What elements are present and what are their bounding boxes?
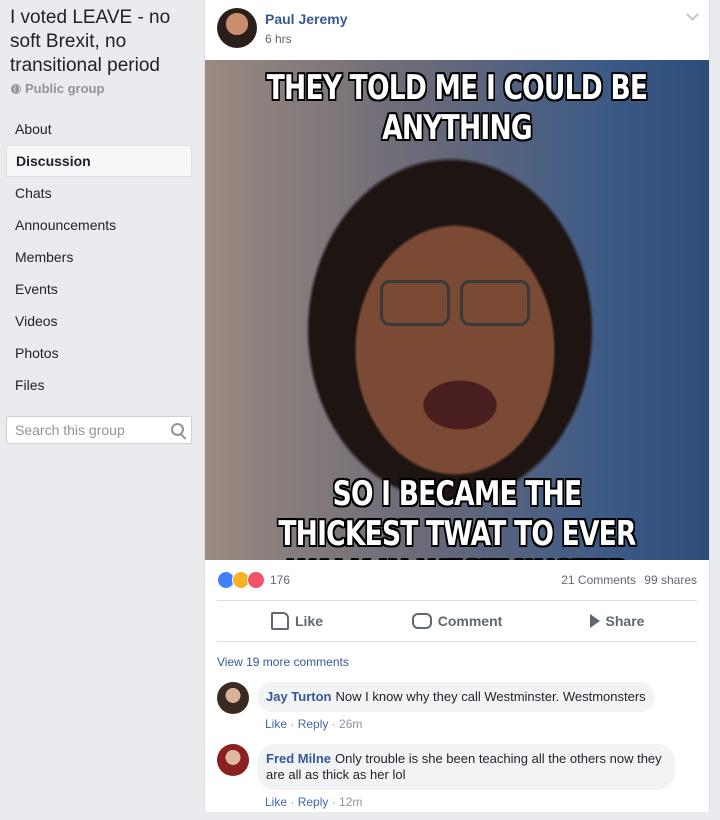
globe-icon: [11, 83, 21, 94]
nav-item-members[interactable]: Members: [6, 241, 192, 273]
comment-time[interactable]: 12m: [339, 795, 362, 809]
comment-author[interactable]: Jay Turton: [266, 689, 332, 704]
share-icon: [589, 614, 600, 628]
nav-item-events[interactable]: Events: [6, 273, 192, 305]
group-nav: About Discussion Chats Announcements Mem…: [6, 113, 192, 401]
search-input[interactable]: [7, 417, 167, 443]
shares-count[interactable]: 99 shares: [644, 573, 697, 587]
comment-meta: Like · Reply · 26m: [265, 717, 363, 731]
meme-top-caption: THEY TOLD ME I COULD BE ANYTHING: [266, 68, 648, 148]
comment-bubble: Fred Milne Only trouble is she been teach…: [257, 744, 675, 790]
post-author[interactable]: Paul Jeremy: [265, 11, 348, 27]
comment-reply-link[interactable]: Reply: [298, 795, 329, 809]
search-icon[interactable]: [171, 423, 184, 436]
nav-item-about[interactable]: About: [6, 113, 192, 145]
post-stats: 176 21 Comments 99 shares: [205, 566, 709, 594]
nav-item-photos[interactable]: Photos: [6, 337, 192, 369]
post-image[interactable]: THEY TOLD ME I COULD BE ANYTHING SO I BE…: [205, 60, 709, 560]
nav-item-chats[interactable]: Chats: [6, 177, 192, 209]
comment-button-label: Comment: [437, 613, 503, 629]
comment-button[interactable]: Comment: [377, 601, 537, 641]
avatar[interactable]: [217, 744, 249, 776]
comment-text: Now I know why they call Westminster. We…: [335, 689, 646, 704]
comment-meta: Like · Reply · 12m: [265, 795, 363, 809]
avatar[interactable]: [217, 682, 249, 714]
group-privacy-label: Public group: [25, 81, 105, 96]
like-button-label: Like: [294, 613, 323, 629]
like-button[interactable]: Like: [217, 601, 377, 641]
reaction-count: 176: [270, 573, 291, 587]
share-button-label: Share: [605, 613, 645, 629]
comment-reply-link[interactable]: Reply: [298, 717, 329, 731]
chevron-down-icon[interactable]: [686, 8, 699, 21]
post-card: Paul Jeremy 6 hrs THEY TOLD ME I COULD B…: [204, 0, 710, 812]
love-reaction-icon: [247, 571, 265, 589]
comment-icon: [411, 613, 432, 629]
reactions-summary[interactable]: 176: [217, 571, 290, 589]
nav-item-videos[interactable]: Videos: [6, 305, 192, 337]
post-actions: Like Comment Share: [217, 600, 697, 642]
avatar[interactable]: [217, 8, 257, 48]
engagement-counts: 21 Comments 99 shares: [561, 573, 697, 587]
nav-item-files[interactable]: Files: [6, 369, 192, 401]
post-timestamp[interactable]: 6 hrs: [265, 32, 292, 46]
comment-like-link[interactable]: Like: [265, 717, 287, 731]
meme-glasses: [380, 280, 530, 326]
comment-author[interactable]: Fred Milne: [266, 751, 331, 766]
nav-item-discussion[interactable]: Discussion: [6, 145, 192, 177]
comment-bubble: Jay Turton Now I know why they call Westm…: [257, 682, 655, 712]
nav-item-announcements[interactable]: Announcements: [6, 209, 192, 241]
share-button[interactable]: Share: [537, 601, 697, 641]
group-sidebar: I voted LEAVE - no soft Brexit, no trans…: [0, 0, 200, 820]
like-icon: [270, 612, 289, 630]
group-search: [6, 416, 192, 444]
comment-time[interactable]: 26m: [339, 717, 362, 731]
group-title[interactable]: I voted LEAVE - no soft Brexit, no trans…: [10, 6, 196, 78]
comments-count[interactable]: 21 Comments: [561, 573, 636, 587]
comment-like-link[interactable]: Like: [265, 795, 287, 809]
view-more-comments-link[interactable]: View 19 more comments: [217, 655, 349, 669]
meme-bottom-caption: SO I BECAME THE THICKEST TWAT TO EVER WA…: [278, 474, 636, 560]
group-privacy: Public group: [11, 81, 104, 96]
